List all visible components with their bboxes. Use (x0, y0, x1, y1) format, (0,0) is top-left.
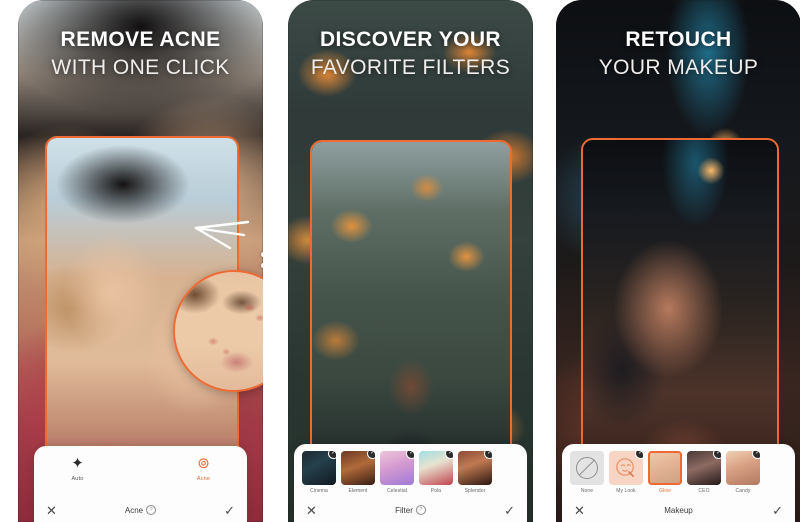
editor-mode-title: Filter ? (328, 505, 493, 515)
download-check-badge-icon: ✓ (328, 451, 336, 459)
makeup-preset-item[interactable]: ✓ Candy (726, 451, 760, 494)
panel-headline: REMOVE ACNE WITH ONE CLICK (18, 28, 263, 80)
tool-acne[interactable]: ⊚ Acne (180, 455, 228, 482)
filter-thumbnail[interactable]: ✓ (458, 451, 492, 485)
editor-action-bar: ✕ Filter ? ✓ (294, 498, 527, 522)
tool-auto-label: Auto (71, 476, 84, 482)
makeup-preset-label: Glow (659, 488, 671, 494)
headline-secondary: FAVORITE FILTERS (310, 55, 511, 79)
editor-mode-title: Makeup (596, 506, 761, 515)
filter-thumbnail[interactable]: ✓ (380, 451, 414, 485)
help-icon[interactable]: ? (415, 505, 426, 515)
makeup-preset-label: My Look (616, 488, 636, 494)
acne-target-icon: ⊚ (197, 455, 210, 472)
editor-action-bar: ✕ Makeup ✓ (562, 498, 795, 522)
close-icon[interactable]: ✕ (574, 504, 596, 517)
download-check-badge-icon: ✓ (752, 451, 760, 459)
filter-label: Celestial (386, 488, 408, 494)
screenshot-gallery: REMOVE ACNE WITH ONE CLICK ✦ Auto ⊚ Acne… (0, 0, 800, 522)
close-icon[interactable]: ✕ (46, 504, 68, 517)
panel-headline: RETOUCH YOUR MAKEUP (556, 28, 800, 80)
check-icon[interactable]: ✓ (213, 504, 235, 517)
makeup-preset-label: None (580, 488, 594, 494)
makeup-preset-item[interactable]: ✓ CEO (687, 451, 721, 494)
filter-thumbnail-strip[interactable]: ✓ Cinema ✓ Element ✓ Celestial ✓ Pola ✓ … (294, 444, 527, 494)
makeup-preset-item[interactable]: None (570, 451, 604, 494)
editor-mode-title: Acne ? (68, 505, 213, 515)
filter-item[interactable]: ✓ Splendor (458, 451, 492, 494)
magic-wand-icon: ✦ (71, 455, 84, 472)
makeup-preset-thumbnail[interactable]: ✓ (687, 451, 721, 485)
download-check-badge-icon: ✓ (713, 451, 721, 459)
makeup-controls-panel: None ✓ My Look Glow ✓ CEO ✓ Candy ✕ Make… (562, 444, 795, 522)
makeup-preset-label: CEO (698, 488, 710, 494)
screenshot-panel-retouch-makeup: RETOUCH YOUR MAKEUP None ✓ My Look Glow … (556, 0, 800, 522)
makeup-preset-item[interactable]: Glow (648, 451, 682, 494)
filter-label: Pola (430, 488, 442, 494)
editor-action-bar: ✕ Acne ? ✓ (34, 498, 247, 522)
download-check-badge-icon: ✓ (406, 451, 414, 459)
download-check-badge-icon: ✓ (367, 451, 375, 459)
makeup-preset-thumbnail[interactable]: ✓ (726, 451, 760, 485)
zoom-bubble-acne-detail (173, 270, 263, 392)
gesture-dot (261, 252, 263, 257)
filter-item[interactable]: ✓ Cinema (302, 451, 336, 494)
filter-thumbnail[interactable]: ✓ (341, 451, 375, 485)
tool-auto[interactable]: ✦ Auto (54, 455, 102, 482)
filter-label: Splendor (464, 488, 486, 494)
headline-secondary: YOUR MAKEUP (598, 55, 759, 79)
panel-headline: DISCOVER YOUR FAVORITE FILTERS (288, 28, 533, 80)
filter-thumbnail[interactable]: ✓ (302, 451, 336, 485)
filter-label: Cinema (310, 488, 328, 494)
gesture-dots (261, 252, 263, 274)
editor-mode-label: Acne (124, 505, 144, 515)
filter-item[interactable]: ✓ Celestial (380, 451, 414, 494)
filter-item[interactable]: ✓ Pola (419, 451, 453, 494)
gesture-dot (261, 263, 263, 268)
headline-primary: REMOVE ACNE (60, 28, 221, 51)
screenshot-panel-remove-acne: REMOVE ACNE WITH ONE CLICK ✦ Auto ⊚ Acne… (18, 0, 263, 522)
no-makeup-icon (576, 457, 598, 479)
editor-mode-label: Filter (395, 505, 413, 515)
tool-acne-label: Acne (196, 476, 211, 482)
makeup-preset-thumbnail[interactable] (648, 451, 682, 485)
editor-controls-panel: ✦ Auto ⊚ Acne ✕ Acne ? ✓ (34, 446, 247, 522)
headline-primary: RETOUCH (625, 28, 732, 51)
headline-primary: DISCOVER YOUR (319, 28, 501, 51)
download-check-badge-icon: ✓ (445, 451, 453, 459)
makeup-preset-strip[interactable]: None ✓ My Look Glow ✓ CEO ✓ Candy (562, 444, 795, 494)
filter-item[interactable]: ✓ Element (341, 451, 375, 494)
help-icon[interactable]: ? (146, 505, 157, 515)
makeup-preset-thumbnail[interactable]: ✓ (609, 451, 643, 485)
download-check-badge-icon: ✓ (484, 451, 492, 459)
check-icon[interactable]: ✓ (493, 504, 515, 517)
editor-mode-label: Makeup (664, 505, 693, 515)
makeup-preset-item[interactable]: ✓ My Look (609, 451, 643, 494)
filter-label: Element (348, 488, 368, 494)
filter-thumbnail[interactable]: ✓ (419, 451, 453, 485)
makeup-preset-label: Candy (735, 488, 751, 494)
zoom-bubble-photo (175, 272, 263, 390)
filter-controls-panel: ✓ Cinema ✓ Element ✓ Celestial ✓ Pola ✓ … (294, 444, 527, 522)
check-icon[interactable]: ✓ (761, 504, 783, 517)
tool-row: ✦ Auto ⊚ Acne (34, 446, 247, 482)
makeup-preset-thumbnail[interactable] (570, 451, 604, 485)
download-check-badge-icon: ✓ (635, 451, 643, 459)
my-look-face-icon (616, 458, 634, 477)
headline-secondary: WITH ONE CLICK (51, 55, 230, 79)
screenshot-panel-discover-filters: DISCOVER YOUR FAVORITE FILTERS ✓ Cinema … (288, 0, 533, 522)
close-icon[interactable]: ✕ (306, 504, 328, 517)
